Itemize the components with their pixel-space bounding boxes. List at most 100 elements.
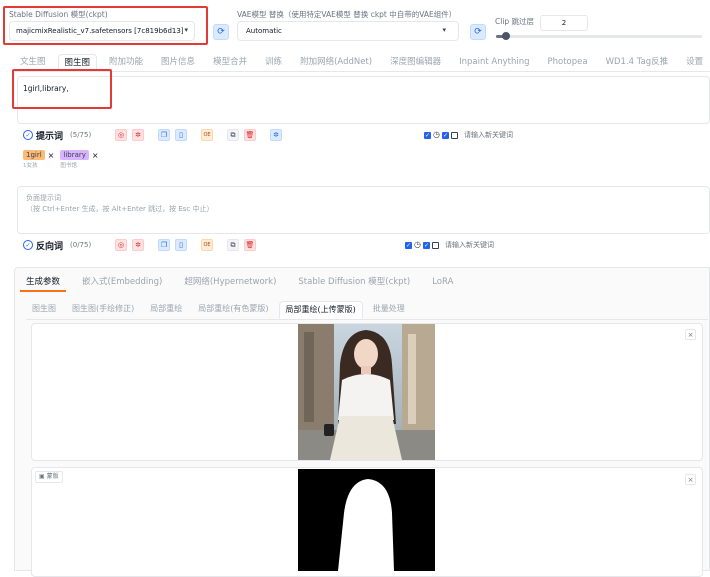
param-tabs: 生成参数 嵌入式(Embedding) 超网络(Hypernetwork) Stabl…	[20, 274, 459, 292]
checkbox-1[interactable]: ✓	[424, 131, 431, 139]
source-image	[298, 324, 435, 460]
close-icon[interactable]: ×	[92, 151, 99, 160]
main-tab[interactable]: 附加功能	[103, 54, 149, 70]
sub-tab[interactable]: 图生图	[26, 301, 62, 317]
sub-tab[interactable]: 局部重绘(上传蒙版)	[278, 301, 363, 319]
prompt-count: (5/75)	[70, 131, 92, 139]
sub-tabs: 图生图 图生图(手绘修正) 局部重绘 局部重绘(有色蒙版) 局部重绘(上传蒙版) 批量处理	[26, 301, 708, 320]
photo-girl-street	[298, 324, 435, 460]
clip-label: Clip 跳过层	[495, 17, 535, 26]
checkbox-3[interactable]	[450, 131, 458, 139]
copy-icon: ❐	[160, 131, 168, 139]
save-button[interactable]: ▯	[175, 129, 187, 141]
keyword-input[interactable]: 请输入新关键词	[464, 130, 513, 140]
checkpoint-value: majicmixRealistic_v7.safetensors [7c819b…	[16, 27, 184, 35]
close-icon[interactable]: ×	[48, 151, 55, 160]
bookmark-icon: ▯	[179, 241, 183, 249]
globe-icon: ◎	[117, 131, 125, 139]
main-tab[interactable]: Photopea	[542, 54, 594, 70]
translate-button[interactable]: ◎	[115, 239, 127, 251]
translate-button[interactable]: ◎	[115, 129, 127, 141]
clip-input[interactable]: 2	[540, 15, 588, 31]
negative-placeholder: 负面提示词 （按 Ctrl+Enter 生成，按 Alt+Enter 跳过，按 …	[26, 194, 214, 213]
prompt-tool-buttons: ◎ ✲ ❐ ▯ OE ⧉ 🗑 ✲	[115, 129, 282, 141]
prompt-toolbar: ✓ 提示词 (5/75)	[23, 128, 91, 142]
checkpoint-select[interactable]: majicmixRealistic_v7.safetensors [7c819b…	[9, 21, 195, 41]
negative-tool-buttons: ◎ ✲ ❐ ▯ OE ⧉ 🗑	[115, 239, 256, 251]
checkbox-3[interactable]	[431, 241, 439, 249]
main-tab[interactable]: 深度图编辑器	[384, 54, 447, 70]
collapse-icon[interactable]: ✓	[23, 240, 33, 250]
gear-icon: ✲	[273, 131, 279, 139]
trash-icon: 🗑	[245, 241, 255, 249]
negative-keyword-controls: ✓ ◷ ✓ 请输入新关键词	[405, 240, 494, 250]
settings-button[interactable]: ✲	[132, 239, 144, 251]
checkpoint-label: Stable Diffusion 模型(ckpt)	[9, 10, 108, 19]
tag-chip[interactable]: library	[60, 150, 89, 160]
oe-button[interactable]: OE	[201, 239, 213, 251]
history-button[interactable]: ⧉	[227, 129, 239, 141]
negative-title: 反向词	[36, 241, 64, 252]
save-button[interactable]: ▯	[175, 239, 187, 251]
prompt-text: 1girl,library,	[23, 84, 69, 93]
param-tab[interactable]: 超网络(Hypernetwork)	[178, 274, 282, 290]
param-tab[interactable]: LoRA	[426, 274, 459, 290]
clock-icon: ◷	[414, 240, 421, 249]
keyword-input[interactable]: 请输入新关键词	[445, 240, 494, 250]
refresh-icon: ⟳	[217, 27, 225, 37]
main-tab[interactable]: 模型合并	[207, 54, 253, 70]
param-tab[interactable]: 生成参数	[20, 274, 67, 292]
checkbox-2[interactable]: ✓	[441, 131, 449, 139]
oe-button[interactable]: OE	[201, 129, 213, 141]
config-button[interactable]: ✲	[270, 129, 282, 141]
main-tab[interactable]: Inpaint Anything	[453, 54, 535, 70]
mask-image	[298, 469, 435, 571]
copy-button[interactable]: ❐	[158, 239, 170, 251]
vae-select[interactable]: Automatic ▾	[237, 21, 459, 41]
history-icon: ⧉	[230, 240, 236, 249]
clip-slider-track[interactable]	[496, 35, 702, 38]
param-tab[interactable]: 嵌入式(Embedding)	[76, 274, 168, 290]
main-tab[interactable]: WD1.4 Tag反推	[600, 54, 675, 70]
main-tabs: 文生图 图生图 附加功能 图片信息 模型合并 训练 附加网络(AddNet) 深度图编辑器 In…	[14, 54, 710, 72]
sub-tab[interactable]: 图生图(手绘修正)	[66, 301, 140, 317]
clock-icon: ◷	[433, 130, 440, 139]
checkbox-2[interactable]: ✓	[422, 241, 430, 249]
history-button[interactable]: ⧉	[227, 239, 239, 251]
sub-tab[interactable]: 批量处理	[367, 301, 411, 317]
delete-button[interactable]: 🗑	[244, 129, 256, 141]
sub-tab[interactable]: 局部重绘	[144, 301, 188, 317]
refresh-checkpoint-button[interactable]: ⟳	[213, 24, 229, 40]
settings-button[interactable]: ✲	[132, 129, 144, 141]
close-icon[interactable]: ×	[685, 474, 696, 485]
delete-button[interactable]: 🗑	[244, 239, 256, 251]
tag-translation: 1女孩	[23, 163, 38, 169]
main-tab[interactable]: 图片信息	[155, 54, 201, 70]
clip-slider-thumb[interactable]	[502, 32, 511, 40]
negative-count: (0/75)	[70, 241, 92, 249]
prompt-tag: 1girl × 1女孩	[23, 150, 54, 169]
main-tab[interactable]: 附加网络(AddNet)	[294, 54, 378, 70]
negative-textarea[interactable]: 负面提示词 （按 Ctrl+Enter 生成，按 Alt+Enter 跳过，按 …	[17, 186, 710, 234]
param-tab[interactable]: Stable Diffusion 模型(ckpt)	[292, 274, 416, 290]
tag-translation: 图书馆	[60, 163, 77, 169]
bookmark-icon: ▯	[179, 131, 183, 139]
tag-chip[interactable]: 1girl	[23, 150, 45, 160]
collapse-icon[interactable]: ✓	[23, 130, 33, 140]
trash-icon: 🗑	[245, 131, 255, 139]
checkbox-1[interactable]: ✓	[405, 241, 412, 249]
prompt-keyword-controls: ✓ ◷ ✓ 请输入新关键词	[424, 130, 513, 140]
main-tab[interactable]: 训练	[259, 54, 288, 70]
main-tab[interactable]: 文生图	[14, 54, 52, 70]
gear-icon: ✲	[135, 131, 141, 139]
refresh-vae-button[interactable]: ⟳	[470, 24, 486, 40]
chevron-down-icon: ▾	[442, 26, 446, 34]
main-tab[interactable]: 设置	[680, 54, 709, 70]
oe-label: OE	[203, 242, 211, 248]
copy-button[interactable]: ❐	[158, 129, 170, 141]
image-icon: ▣	[39, 473, 45, 480]
prompt-textarea[interactable]	[17, 76, 710, 124]
close-icon[interactable]: ×	[685, 329, 696, 340]
sub-tab[interactable]: 局部重绘(有色蒙版)	[192, 301, 274, 317]
copy-icon: ❐	[160, 241, 168, 249]
